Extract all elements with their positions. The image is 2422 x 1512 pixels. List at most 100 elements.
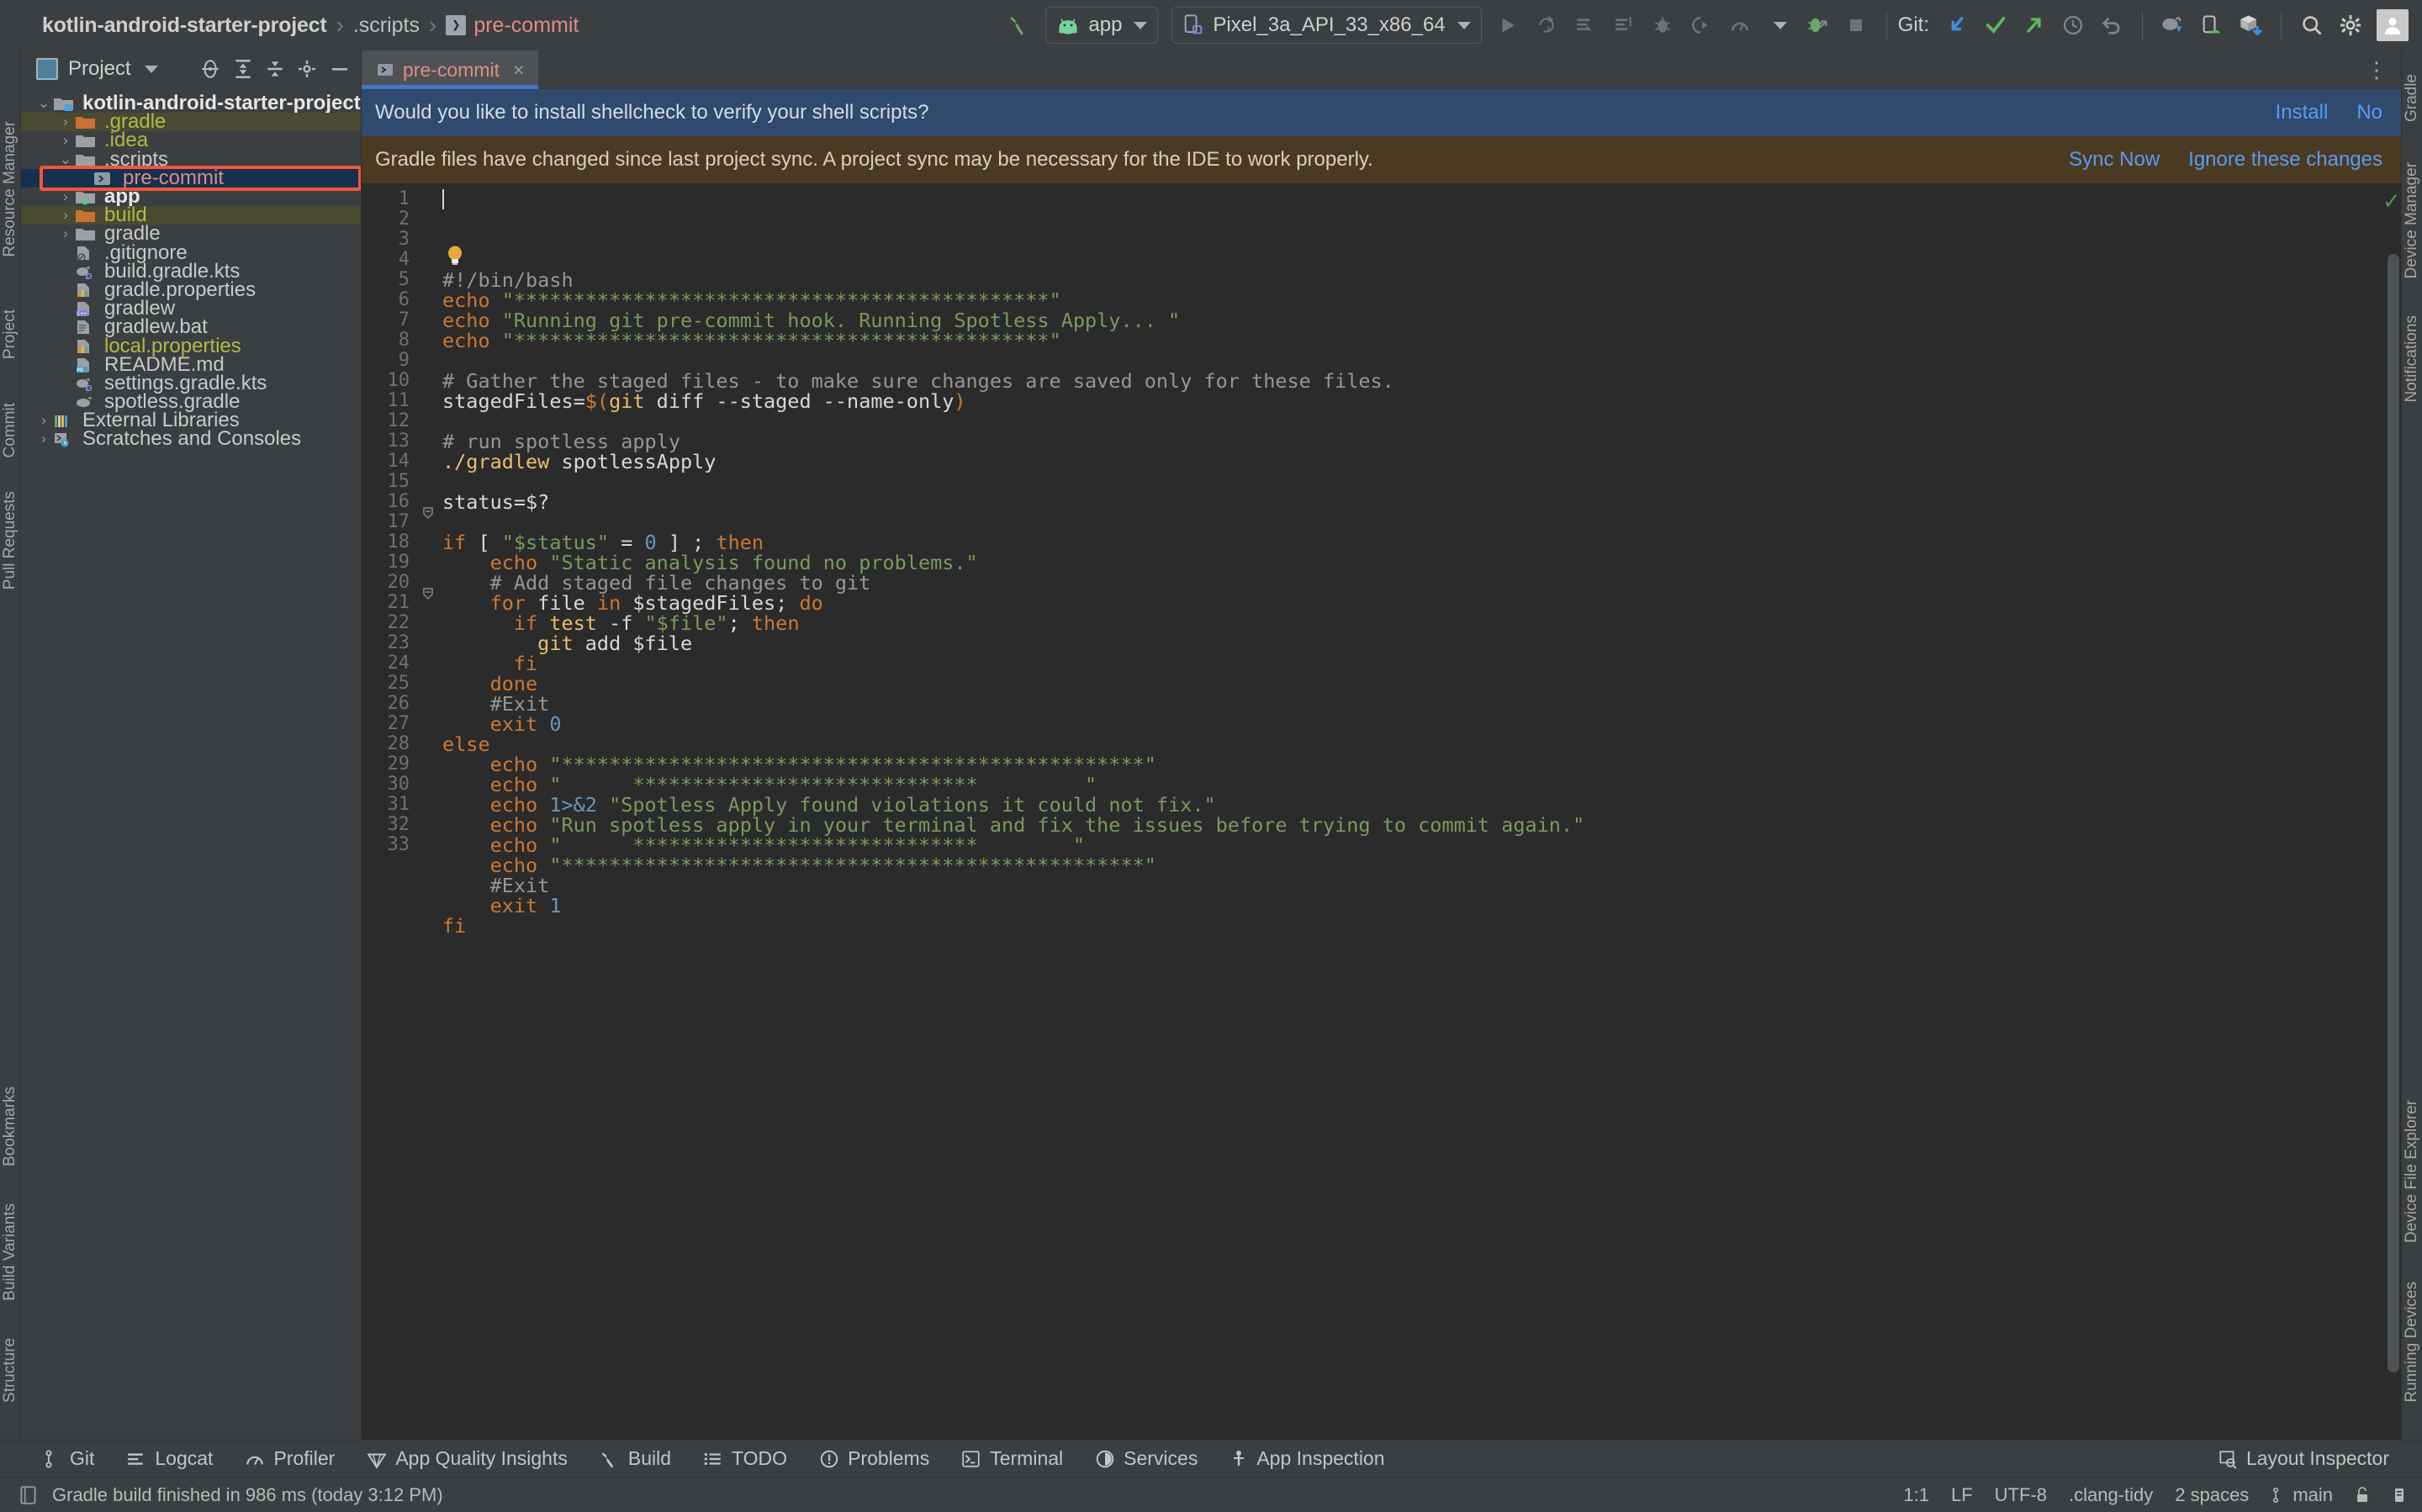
run-icon[interactable] [1489,8,1527,43]
bottom-item-terminal[interactable]: Terminal [945,1447,1079,1470]
intention-bulb-icon[interactable] [446,205,464,265]
bottom-item-logcat[interactable]: Logcat [110,1447,229,1470]
code-line[interactable]: echo "**********************************… [442,330,2381,351]
rail-item-notifications[interactable]: Notifications [2403,315,2421,403]
notification-icon[interactable] [2392,1486,2407,1504]
chevron-right-icon[interactable]: › [56,132,75,149]
device-selector[interactable]: Pixel_3a_API_33_x86_64 [1171,7,1482,44]
banner-install-link[interactable]: Install [2276,101,2329,124]
bottom-item-profiler[interactable]: Profiler [229,1447,351,1470]
code-line[interactable] [442,351,2381,371]
sdk-manager-icon[interactable] [2231,8,2270,43]
chevron-down-icon[interactable]: ⌄ [56,151,75,168]
chevron-right-icon[interactable]: › [34,412,53,429]
file-encoding[interactable]: UTF-8 [1995,1484,2047,1506]
tree-row-pre-commit[interactable]: › pre-commit [21,167,361,189]
bottom-item-app-quality-insights[interactable]: App Quality Insights [351,1447,584,1470]
code-line[interactable]: # Add staged file changes to git [442,573,2381,593]
account-avatar-icon[interactable] [2377,9,2409,41]
tree-row-project-root[interactable]: ⌄ kotlin-android-starter-project [Sample… [21,92,361,114]
chevron-right-icon[interactable]: › [56,188,75,205]
code-line[interactable]: echo "Running git pre-commit hook. Runni… [442,310,2381,330]
code-line[interactable]: echo "**********************************… [442,754,2381,775]
breadcrumb-project[interactable]: kotlin-android-starter-project [42,13,327,38]
bottom-item-git[interactable]: Git [27,1447,110,1470]
apply-code-changes-icon[interactable] [1605,8,1643,43]
code-line[interactable]: fi [442,916,2381,936]
code-line[interactable]: ./gradlew spotlessApply [442,452,2381,472]
tree-row-idea-folder[interactable]: › .idea [21,129,361,151]
code-folding-gutter[interactable] [417,183,439,1440]
code-line[interactable]: if test -f "$file"; then [442,613,2381,633]
code-line[interactable]: echo "**********************************… [442,855,2381,875]
locate-icon[interactable] [199,58,221,80]
code-line[interactable]: echo " ***************************** " [442,775,2381,795]
code-line[interactable] [442,411,2381,431]
caret-position[interactable]: 1:1 [1903,1484,1929,1506]
push-icon[interactable] [2015,8,2054,43]
rollback-icon[interactable] [2092,8,2131,43]
code-line[interactable]: echo "Static analysis found no problems.… [442,552,2381,573]
commit-icon[interactable] [1976,8,2015,43]
bottom-item-build[interactable]: Build [584,1447,687,1470]
code-style-scheme[interactable]: .clang-tidy [2069,1484,2153,1506]
code-editor[interactable]: 1 2 3 4 5 6 7 8 9 10 11 12 13 14 15 16 17 18 19 20 21 22 23 24 2… [362,183,2401,1440]
profile-dropdown-icon[interactable] [1759,8,1798,43]
collapse-all-icon[interactable] [265,58,285,80]
bottom-item-todo[interactable]: TODO [687,1447,803,1470]
fold-handle-icon[interactable] [421,587,435,600]
code-line[interactable]: done [442,674,2381,694]
code-line[interactable] [442,512,2381,532]
rail-item-running-devices[interactable]: Running Devices [2403,1282,2421,1403]
code-line[interactable]: echo " ***************************** " [442,835,2381,855]
fold-handle-icon[interactable] [421,506,435,520]
indent-setting[interactable]: 2 spaces [2175,1484,2249,1506]
rail-item-bookmarks[interactable]: Bookmarks [1,1086,19,1166]
editor-scrollbar-thumb[interactable] [2388,254,2399,1372]
code-line[interactable]: exit 1 [442,896,2381,916]
update-project-icon[interactable] [1938,8,1976,43]
settings-gear-icon[interactable] [2331,8,2370,43]
code-line[interactable] [442,472,2381,492]
ide-status-icon[interactable] [19,1484,39,1506]
code-line[interactable]: for file in $stagedFiles; do [442,593,2381,613]
attach-debugger-icon[interactable] [1682,8,1721,43]
breadcrumb-file[interactable]: pre-commit [473,13,579,38]
rail-item-resource-manager[interactable]: Resource Manager [1,121,19,257]
rerun-icon[interactable]: A [1527,8,1566,43]
git-branch-widget[interactable]: main [2271,1484,2333,1506]
code-line[interactable]: #!/bin/bash [442,270,2381,290]
debug-icon[interactable] [1643,8,1682,43]
lock-icon[interactable] [2355,1486,2370,1504]
code-line[interactable]: echo 1>&2 "Spotless Apply found violatio… [442,795,2381,815]
code-line[interactable]: # Gather the staged files - to make sure… [442,371,2381,391]
device-manager-icon[interactable] [2192,8,2231,43]
code-line[interactable]: #Exit [442,694,2381,714]
search-icon[interactable] [2292,8,2331,43]
editor-tab-pre-commit[interactable]: pre-commit × [362,50,539,89]
code-line[interactable]: #Exit [442,875,2381,896]
stop-icon[interactable] [1837,8,1875,43]
code-line[interactable]: stagedFiles=$(git diff --staged --name-o… [442,391,2381,411]
tree-row-gradle-properties[interactable]: › gradle.properties [21,278,361,301]
line-separator[interactable]: LF [1951,1484,1973,1506]
code-line[interactable]: status=$? [442,492,2381,512]
chevron-right-icon[interactable]: › [34,431,53,447]
gradle-sync-icon[interactable] [2154,8,2192,43]
rail-item-pull-requests[interactable]: Pull Requests [1,491,19,589]
chevron-down-icon[interactable]: ⌄ [34,95,53,112]
code-line[interactable]: exit 0 [442,714,2381,734]
rail-item-device-file-explorer[interactable]: Device File Explorer [2403,1100,2421,1243]
tree-row-app-module[interactable]: › app [21,185,361,208]
banner-ignore-link[interactable]: Ignore these changes [2188,148,2382,172]
chevron-right-icon[interactable]: › [56,114,75,130]
close-icon[interactable]: × [513,59,524,82]
code-line[interactable]: fi [442,653,2381,674]
line-number-gutter[interactable]: 1 2 3 4 5 6 7 8 9 10 11 12 13 14 15 16 17 18 19 20 21 22 23 24 2… [362,183,436,1440]
code-line[interactable]: git add $file [442,633,2381,653]
chevron-right-icon[interactable]: › [56,225,75,242]
chevron-right-icon[interactable]: › [56,207,75,224]
rail-item-device-manager[interactable]: Device Manager [2403,162,2421,278]
chevron-down-icon[interactable] [144,65,158,73]
hammer-icon[interactable] [1000,8,1039,43]
